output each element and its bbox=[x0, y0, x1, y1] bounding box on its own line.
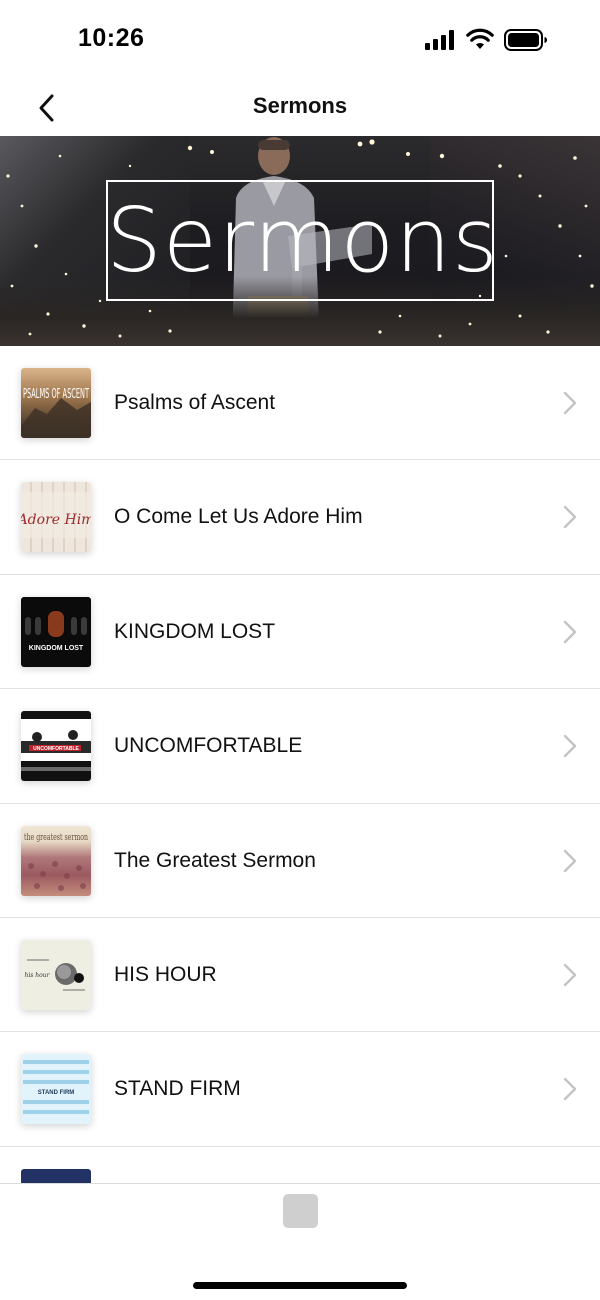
hero-title: Sermons bbox=[106, 189, 499, 292]
hero-banner: Sermons bbox=[0, 136, 600, 346]
list-item[interactable]: STAND FIRM STAND FIRM bbox=[0, 1032, 600, 1147]
stand-firm-artwork: STAND FIRM bbox=[23, 1060, 89, 1115]
chevron-right-icon bbox=[563, 506, 577, 529]
sermon-thumbnail: the greatest sermon bbox=[21, 825, 91, 896]
thumb-caption: STAND FIRM bbox=[38, 1090, 75, 1096]
his-hour-artwork: his hour bbox=[25, 959, 85, 991]
thumb-caption: his hour bbox=[25, 972, 51, 979]
status-time: 10:26 bbox=[78, 24, 145, 52]
thumb-caption: PSALMS OF ASCENT bbox=[23, 387, 89, 402]
list-item[interactable]: UNCOMFORTABLE UNCOMFORTABLE bbox=[0, 689, 600, 804]
thumb-caption: Adore Him bbox=[21, 512, 91, 528]
tab-icon-placeholder[interactable] bbox=[283, 1194, 318, 1228]
kingdom-lost-artwork: KINGDOM LOST bbox=[25, 610, 87, 652]
chevron-right-icon bbox=[563, 849, 577, 872]
wifi-icon bbox=[466, 28, 494, 49]
chevron-right-icon bbox=[563, 963, 577, 987]
greatest-sermon-artwork: the greatest sermon bbox=[24, 833, 88, 891]
page-title: Sermons bbox=[252, 93, 348, 118]
sermon-thumbnail: PSALMS OF ASCENT bbox=[21, 368, 91, 438]
navigation-bar: Sermons bbox=[0, 80, 600, 136]
list-item[interactable]: PSALMS OF ASCENT Psalms of Ascent bbox=[0, 346, 600, 461]
sermon-thumbnail: his hour bbox=[21, 939, 91, 1010]
sermon-thumbnail: UNCOMFORTABLE bbox=[21, 711, 91, 782]
list-item[interactable]: the greatest sermon The Greatest Sermon bbox=[0, 803, 600, 918]
cellular-signal-icon bbox=[425, 30, 454, 50]
chevron-right-icon bbox=[563, 1078, 577, 1101]
sermon-list: PSALMS OF ASCENT Psalms of Ascent Adore … bbox=[0, 346, 600, 1187]
list-item[interactable]: his hour HIS HOUR bbox=[0, 917, 600, 1033]
sermon-title: UNCOMFORTABLE bbox=[114, 734, 303, 758]
adore-artwork: Adore Him bbox=[21, 492, 91, 539]
battery-icon bbox=[504, 29, 547, 51]
list-item[interactable]: Adore Him O Come Let Us Adore Him bbox=[0, 460, 600, 575]
sermon-title: STAND FIRM bbox=[114, 1077, 241, 1101]
sermon-title: HIS HOUR bbox=[114, 962, 217, 986]
sermon-title: KINGDOM LOST bbox=[114, 619, 276, 643]
chevron-right-icon bbox=[563, 734, 577, 758]
sermon-title: Psalms of Ascent bbox=[114, 391, 276, 414]
thumb-caption: KINGDOM LOST bbox=[29, 645, 84, 652]
thumb-caption: UNCOMFORTABLE bbox=[33, 746, 79, 752]
sermon-thumbnail: Adore Him bbox=[21, 482, 91, 553]
psalms-artwork: PSALMS OF ASCENT bbox=[21, 387, 91, 438]
chevron-right-icon bbox=[563, 620, 577, 643]
list-item-partial[interactable] bbox=[0, 1147, 600, 1187]
status-bar: 10:26 bbox=[0, 0, 600, 80]
list-item[interactable]: KINGDOM LOST KINGDOM LOST bbox=[0, 574, 600, 690]
chevron-right-icon bbox=[563, 391, 577, 415]
bottom-tab-bar bbox=[0, 1183, 600, 1300]
sermon-thumbnail: STAND FIRM bbox=[21, 1054, 91, 1125]
thumb-caption: the greatest sermon bbox=[24, 833, 88, 843]
sermon-title: The Greatest Sermon bbox=[114, 848, 316, 872]
home-indicator bbox=[193, 1282, 407, 1289]
uncomfortable-artwork: UNCOMFORTABLE bbox=[21, 711, 91, 782]
sermon-thumbnail: KINGDOM LOST bbox=[21, 596, 91, 667]
sermon-title: O Come Let Us Adore Him bbox=[114, 505, 363, 529]
